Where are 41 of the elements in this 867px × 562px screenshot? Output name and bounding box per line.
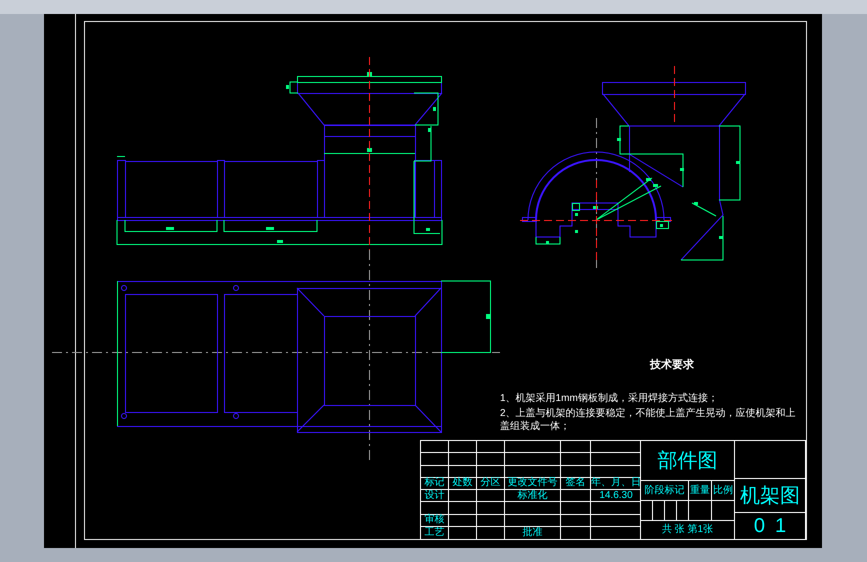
title-block-label: 标记 xyxy=(421,478,449,490)
title-block-label: 签名 xyxy=(561,478,591,490)
title-block-cell xyxy=(477,490,505,502)
title-block-cell xyxy=(561,453,591,466)
title-block-label: 处数 xyxy=(449,478,477,490)
title-block-label: 工艺 xyxy=(421,526,449,539)
weight-label: 重量 xyxy=(689,481,712,500)
title-block-cell xyxy=(505,514,561,527)
stage-mark-label: 阶段标记 xyxy=(641,481,689,500)
title-block-cell xyxy=(505,453,561,466)
title-block-cell xyxy=(449,453,477,466)
title-block-label: 更改文件号 xyxy=(505,478,561,490)
title-block-cell xyxy=(561,502,591,514)
title-block-label: 14.6.30 xyxy=(591,490,641,502)
title-block-label: 年、月、日 xyxy=(591,478,641,490)
title-block-cell xyxy=(505,466,561,478)
drawing-number: 01 xyxy=(752,514,798,539)
title-block-cell xyxy=(561,466,591,478)
sheet-info: 共 张 第1张 xyxy=(660,522,714,537)
drawing-type: 部件图 xyxy=(641,441,734,481)
title-block-label: 审核 xyxy=(421,514,449,527)
title-block-cell xyxy=(449,490,477,502)
title-block-label: 批准 xyxy=(505,526,561,539)
title-block-label: 设计 xyxy=(421,490,449,502)
title-block-cell xyxy=(561,490,591,502)
scale-label: 比例 xyxy=(712,484,734,498)
title-block-cell xyxy=(477,502,505,514)
title-block-cell xyxy=(449,466,477,478)
title-block-label: 标准化 xyxy=(505,490,561,502)
technical-requirements-title: 技术要求 xyxy=(650,360,694,371)
title-block-cell xyxy=(449,514,477,527)
title-block-label: 分区 xyxy=(477,478,505,490)
title-block-cell xyxy=(505,502,561,514)
title-block-cell xyxy=(561,514,591,527)
drawing-name: 机架图 xyxy=(735,479,805,513)
title-block-cell xyxy=(477,514,505,527)
title-block-cell xyxy=(449,502,477,514)
requirement-text: 1、机架采用1mm钢板制成，采用焊接方式连接； xyxy=(500,392,719,405)
requirement-text: 2、上盖与机架的连接要稳定，不能使上盖产生晃动，应使机架和上盖组装成一体； xyxy=(500,407,797,433)
title-block-cell xyxy=(477,453,505,466)
title-block-cell xyxy=(477,466,505,478)
